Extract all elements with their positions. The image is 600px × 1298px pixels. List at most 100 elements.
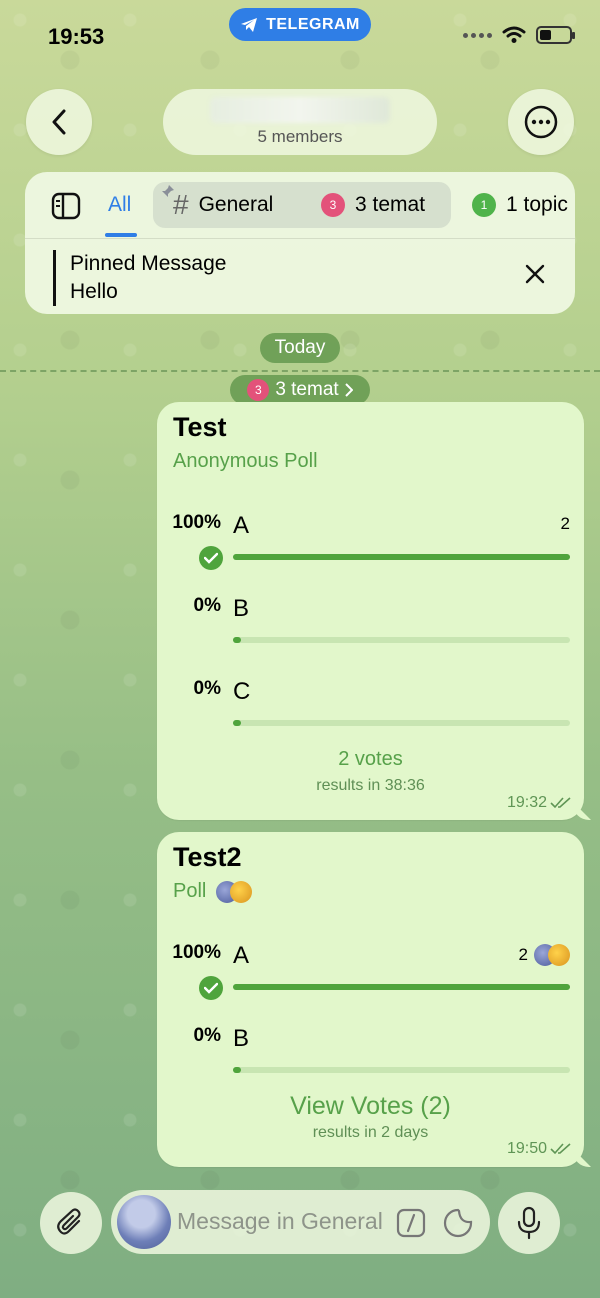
- microphone-button[interactable]: [498, 1192, 560, 1254]
- back-button[interactable]: [26, 89, 92, 155]
- topic-badge-icon: 1: [472, 193, 496, 217]
- option-bar-fill: [233, 637, 241, 643]
- poll-title: Test: [173, 412, 227, 442]
- topic-label-text: 3 temat: [275, 379, 339, 400]
- close-icon: [525, 264, 545, 284]
- more-button[interactable]: [508, 89, 574, 155]
- tab-3-temat-label: 3 temat: [355, 193, 426, 216]
- topics-panel: All # General 3 3 temat 1 1 topic Pinned…: [25, 172, 575, 314]
- check-icon: [199, 546, 223, 570]
- message-time: 19:32: [507, 794, 572, 812]
- option-bar-fill: [233, 720, 241, 726]
- poll-type-label: Poll: [173, 880, 207, 902]
- sidebar-toggle-icon[interactable]: [51, 192, 81, 225]
- tab-3-temat[interactable]: 3 3 temat: [321, 182, 425, 228]
- option-label: B: [233, 595, 250, 622]
- poll-option[interactable]: 0% B: [157, 1019, 584, 1089]
- topic-badge-icon: 3: [321, 193, 345, 217]
- date-separator: Today: [260, 333, 340, 363]
- poll-message[interactable]: Test Anonymous Poll 100% A 2 0% B 0% C 2…: [157, 402, 584, 820]
- attach-button[interactable]: [40, 1192, 102, 1254]
- status-indicators: [463, 26, 575, 44]
- option-bar-fill: [233, 984, 570, 990]
- topic-separator-line: [0, 370, 600, 372]
- tab-1-topic[interactable]: 1 1 topic: [472, 182, 568, 228]
- poll-type: Anonymous Poll: [173, 450, 318, 473]
- option-bar-fill: [233, 554, 570, 560]
- redacted-group-name: [210, 97, 390, 123]
- sticker-icon[interactable]: [442, 1207, 474, 1244]
- microphone-icon: [517, 1206, 541, 1240]
- view-votes-button[interactable]: View Votes (2): [157, 1092, 584, 1121]
- option-bar: [233, 1067, 570, 1073]
- poll-title: Test2: [173, 842, 242, 872]
- telegram-status-pill[interactable]: TELEGRAM: [229, 8, 371, 41]
- voter-avatar: [548, 944, 570, 966]
- status-pill-label: TELEGRAM: [266, 15, 360, 33]
- option-percent: 100%: [172, 942, 221, 963]
- option-count-value: 2: [518, 945, 528, 964]
- option-label: A: [233, 512, 250, 539]
- pinned-message-text: Hello: [70, 280, 118, 303]
- wifi-icon: [502, 26, 526, 43]
- paper-plane-icon: [241, 17, 258, 32]
- chevron-right-icon: [344, 383, 353, 397]
- option-bar: [233, 554, 570, 560]
- double-check-icon: [550, 797, 571, 809]
- check-icon: [199, 976, 223, 1000]
- poll-option[interactable]: 0% B: [157, 589, 584, 659]
- chevron-left-icon: [52, 109, 66, 135]
- option-percent: 0%: [193, 595, 221, 616]
- chat-title[interactable]: 5 members: [163, 89, 437, 155]
- command-icon[interactable]: [396, 1208, 426, 1243]
- tab-selected-indicator: [105, 233, 137, 237]
- poll-type-label: Anonymous Poll: [173, 450, 318, 472]
- message-input-placeholder: Message in General: [177, 1208, 383, 1234]
- tab-all[interactable]: All: [108, 182, 131, 228]
- tab-1-topic-label: 1 topic: [506, 193, 568, 216]
- poll-message[interactable]: Test2 Poll 100% A 2 0% B View Votes (2) …: [157, 832, 584, 1167]
- paperclip-icon: [57, 1208, 81, 1235]
- option-percent: 100%: [172, 512, 221, 533]
- ellipsis-icon: [524, 105, 558, 139]
- option-bar: [233, 984, 570, 990]
- tab-general-label: General: [198, 193, 274, 216]
- voter-avatars: [216, 880, 253, 903]
- tab-all-label: All: [108, 193, 132, 216]
- option-bar: [233, 637, 570, 643]
- message-time-text: 19:32: [506, 794, 547, 811]
- message-time: 19:50: [507, 1140, 572, 1158]
- voter-avatars: [534, 944, 570, 966]
- option-bar-fill: [233, 1067, 241, 1073]
- option-percent: 0%: [193, 1025, 221, 1046]
- close-pinned-button[interactable]: [525, 264, 545, 289]
- option-count-value: 2: [560, 514, 570, 533]
- signal-icon: [463, 32, 492, 38]
- option-vote-count: 2: [519, 944, 570, 966]
- poll-option[interactable]: 100% A 2: [157, 506, 584, 576]
- option-percent: 0%: [193, 678, 221, 699]
- option-label: A: [233, 942, 250, 969]
- message-time-text: 19:50: [506, 1140, 547, 1157]
- option-label: C: [233, 678, 251, 705]
- voter-avatar: [230, 880, 253, 903]
- poll-type: Poll: [173, 880, 253, 903]
- pin-icon: [162, 185, 174, 197]
- pinned-message[interactable]: Pinned Message Hello: [53, 250, 226, 306]
- option-label: B: [233, 1025, 250, 1052]
- poll-option[interactable]: 0% C: [157, 672, 584, 742]
- poll-results-timer: results in 38:36: [316, 777, 425, 794]
- option-vote-count: 2: [561, 514, 570, 534]
- topics-divider: [25, 238, 575, 239]
- avatar[interactable]: [117, 1195, 171, 1249]
- message-input[interactable]: Message in General: [111, 1190, 490, 1254]
- status-time: 19:53: [48, 24, 105, 49]
- double-check-icon: [550, 1143, 571, 1155]
- hash-icon: #: [173, 189, 189, 220]
- topic-label-pill[interactable]: 3 3 temat: [230, 375, 370, 405]
- option-bar: [233, 720, 570, 726]
- battery-icon: [536, 26, 575, 44]
- poll-option[interactable]: 100% A 2: [157, 936, 584, 1006]
- poll-vote-total: 2 votes: [338, 748, 403, 770]
- member-count: 5 members: [257, 127, 343, 146]
